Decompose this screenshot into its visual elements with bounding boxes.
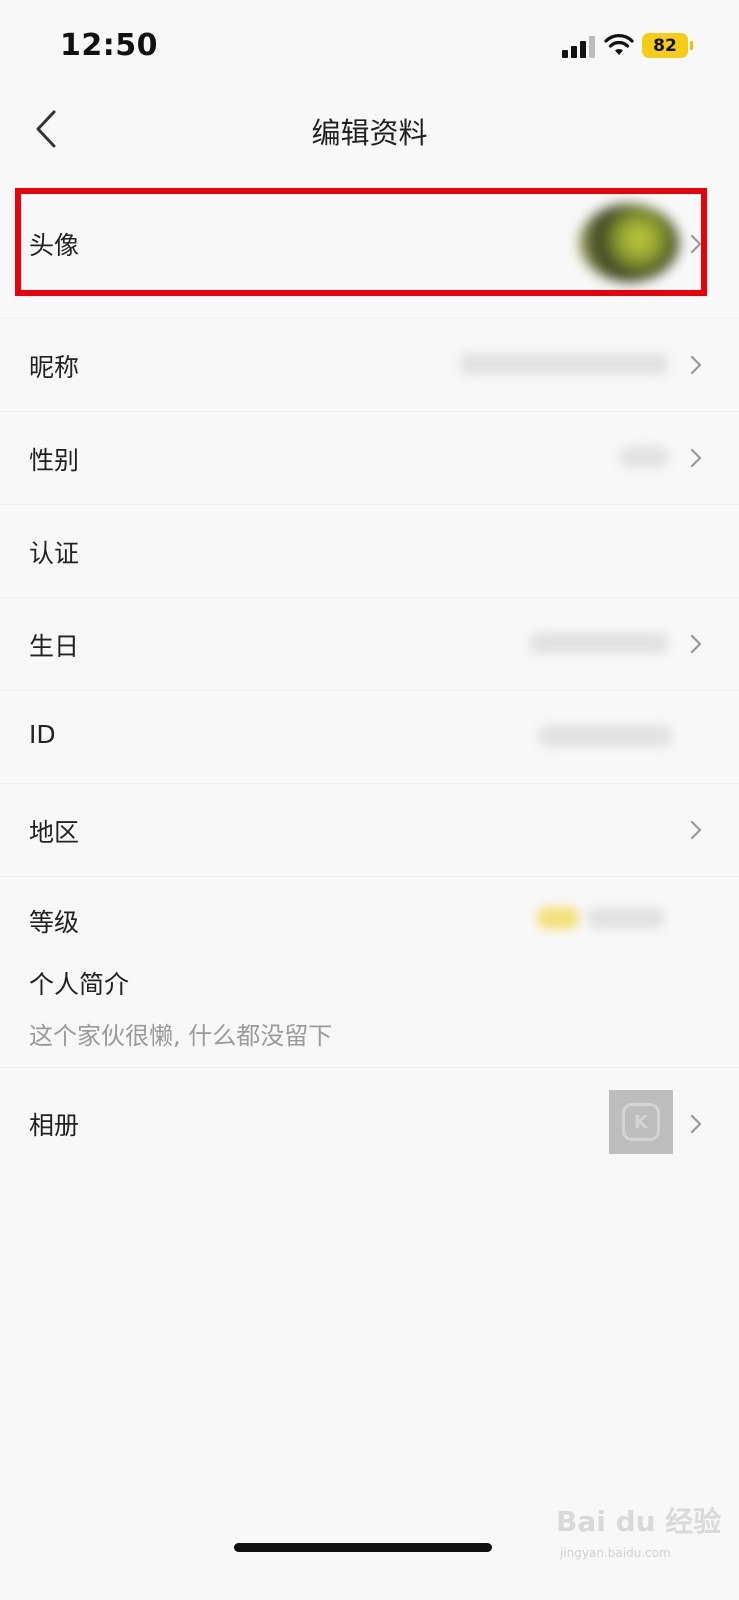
id-value [538, 725, 673, 747]
gender-value [619, 446, 669, 468]
chevron-right-icon [690, 234, 702, 254]
bio-row[interactable]: 个人简介 这个家伙很懒, 什么都没留下 [0, 957, 739, 1068]
nickname-row-label: 昵称 [29, 353, 80, 382]
chevron-right-icon [690, 634, 702, 654]
nav-bar: 编辑资料 [0, 90, 739, 170]
edit-profile-screen: 12:50 82 编辑资料 头像 昵称 性别 认证 生日 ID 地区 等级 个人… [0, 0, 739, 1600]
nickname-row[interactable]: 昵称 [0, 319, 739, 412]
level-value [587, 907, 665, 929]
status-bar: 12:50 82 [0, 0, 739, 90]
chevron-right-icon [690, 820, 702, 840]
profile-field-list: 头像 昵称 性别 认证 生日 ID 地区 等级 个人简介 这个家伙很懒, 什么都… [0, 190, 739, 1176]
page-title: 编辑资料 [311, 116, 428, 150]
album-thumbnail[interactable]: K [609, 1090, 673, 1154]
nickname-value [459, 353, 669, 375]
avatar-row-label: 头像 [29, 231, 80, 260]
birthday-row-label: 生日 [29, 632, 80, 661]
birthday-row[interactable]: 生日 [0, 598, 739, 691]
battery-icon: 82 [642, 33, 688, 58]
avatar-row[interactable]: 头像 [0, 190, 739, 319]
id-row-label: ID [29, 720, 56, 749]
battery-tip [690, 41, 693, 50]
battery-level: 82 [653, 35, 677, 56]
birthday-value [529, 632, 669, 654]
chevron-right-icon [690, 1114, 702, 1134]
app-logo-icon: K [622, 1103, 660, 1141]
album-row-label: 相册 [29, 1111, 80, 1140]
baidu-watermark-url: jingyan.baidu.com [560, 1546, 671, 1560]
bio-row-label: 个人简介 [29, 970, 130, 999]
avatar[interactable] [579, 204, 679, 282]
status-time: 12:50 [60, 28, 158, 63]
bio-text: 这个家伙很懒, 什么都没留下 [29, 1022, 333, 1050]
region-row-label: 地区 [29, 818, 80, 847]
level-row[interactable]: 等级 [0, 877, 739, 957]
album-row[interactable]: 相册 K [0, 1068, 739, 1176]
level-badge [537, 907, 579, 929]
verify-row[interactable]: 认证 [0, 505, 739, 598]
wifi-icon [604, 34, 634, 55]
home-indicator[interactable] [234, 1543, 492, 1552]
cellular-signal-icon [562, 36, 595, 58]
region-row[interactable]: 地区 [0, 784, 739, 877]
verify-row-label: 认证 [29, 539, 80, 568]
gender-row[interactable]: 性别 [0, 412, 739, 505]
level-row-label: 等级 [29, 908, 80, 937]
baidu-watermark: Bai du 经验 [556, 1505, 722, 1538]
id-row: ID [0, 691, 739, 784]
chevron-right-icon [690, 355, 702, 375]
gender-row-label: 性别 [29, 446, 80, 475]
chevron-right-icon [690, 448, 702, 468]
